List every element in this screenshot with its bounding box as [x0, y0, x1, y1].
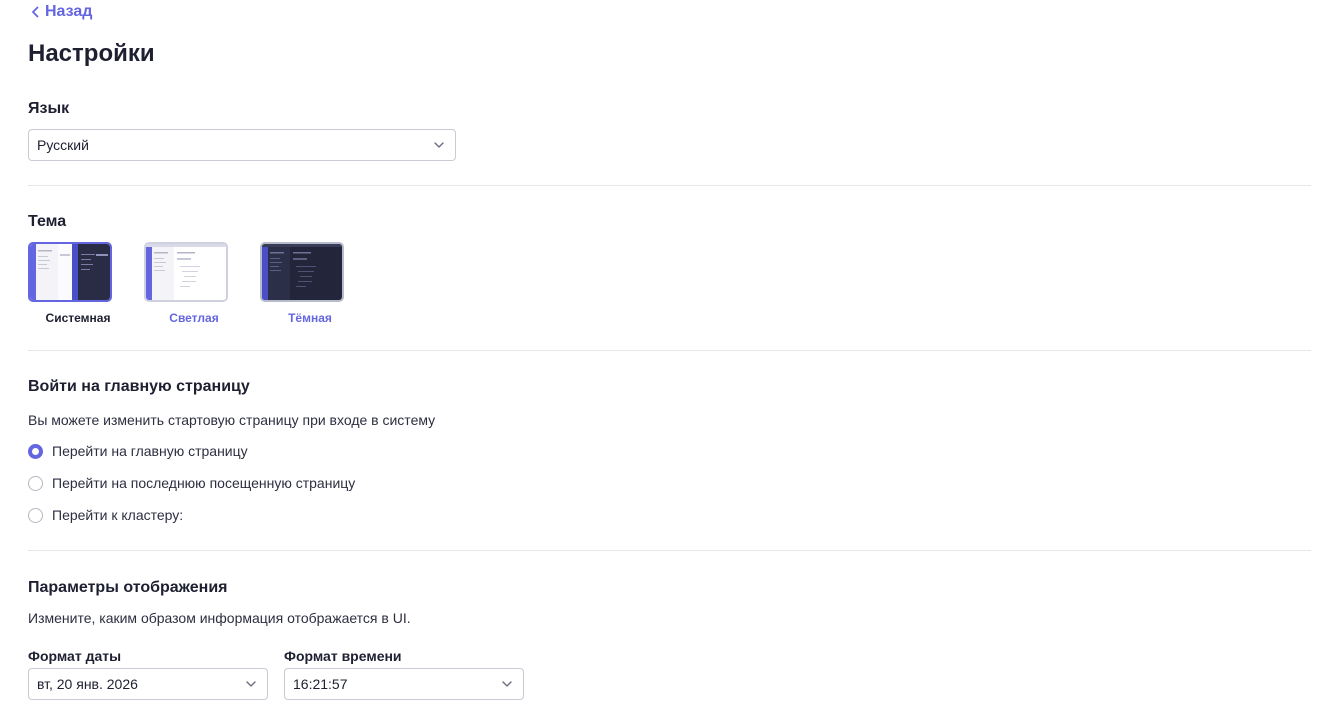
- divider: [28, 550, 1311, 551]
- radio-option-cluster[interactable]: Перейти к кластеру:: [28, 507, 183, 523]
- divider: [28, 185, 1311, 186]
- time-format-value: 16:21:57: [293, 676, 348, 692]
- start-page-section-title: Войти на главную страницу: [28, 378, 250, 395]
- radio-button[interactable]: [28, 507, 43, 523]
- radio-button[interactable]: [28, 475, 43, 491]
- time-format-select[interactable]: 16:21:57: [284, 668, 524, 700]
- divider: [28, 350, 1311, 351]
- radio-option-label: Перейти на главную страницу: [52, 443, 248, 459]
- display-description: Измените, каким образом информация отобр…: [28, 610, 411, 626]
- chevron-down-icon: [434, 142, 444, 148]
- radio-option-last-visited[interactable]: Перейти на последнюю посещенную страницу: [28, 475, 355, 491]
- theme-preview-system-icon: [30, 244, 110, 300]
- theme-preview-light-icon: [146, 244, 226, 300]
- language-section-title: Язык: [28, 100, 70, 117]
- page-title: Настройки: [28, 40, 155, 67]
- chevron-down-icon: [502, 681, 512, 687]
- language-select[interactable]: Русский: [28, 129, 456, 161]
- start-page-description: Вы можете изменить стартовую страницу пр…: [28, 412, 436, 428]
- back-link-label: Назад: [45, 3, 93, 20]
- chevron-left-icon: [32, 6, 39, 18]
- theme-card-dark[interactable]: [260, 242, 344, 302]
- back-link[interactable]: Назад: [31, 3, 92, 21]
- language-select-value: Русский: [37, 137, 89, 153]
- radio-option-label: Перейти на последнюю посещенную страницу: [52, 475, 356, 491]
- theme-label-light[interactable]: Светлая: [144, 311, 244, 325]
- theme-card-light[interactable]: [144, 242, 228, 302]
- date-format-value: вт, 20 янв. 2026: [37, 676, 138, 692]
- time-format-label: Формат времени: [284, 648, 402, 664]
- radio-button[interactable]: [28, 443, 43, 459]
- theme-section-title: Тема: [28, 213, 67, 230]
- chevron-down-icon: [246, 681, 256, 687]
- theme-preview-dark-icon: [262, 244, 342, 300]
- radio-option-label: Перейти к кластеру:: [52, 507, 184, 523]
- theme-label-system[interactable]: Системная: [28, 311, 128, 325]
- date-format-label: Формат даты: [28, 648, 122, 664]
- display-section-title: Параметры отображения: [28, 579, 228, 596]
- theme-card-system[interactable]: [28, 242, 112, 302]
- radio-option-home[interactable]: Перейти на главную страницу: [28, 443, 248, 459]
- theme-label-dark[interactable]: Тёмная: [260, 311, 360, 325]
- date-format-select[interactable]: вт, 20 янв. 2026: [28, 668, 268, 700]
